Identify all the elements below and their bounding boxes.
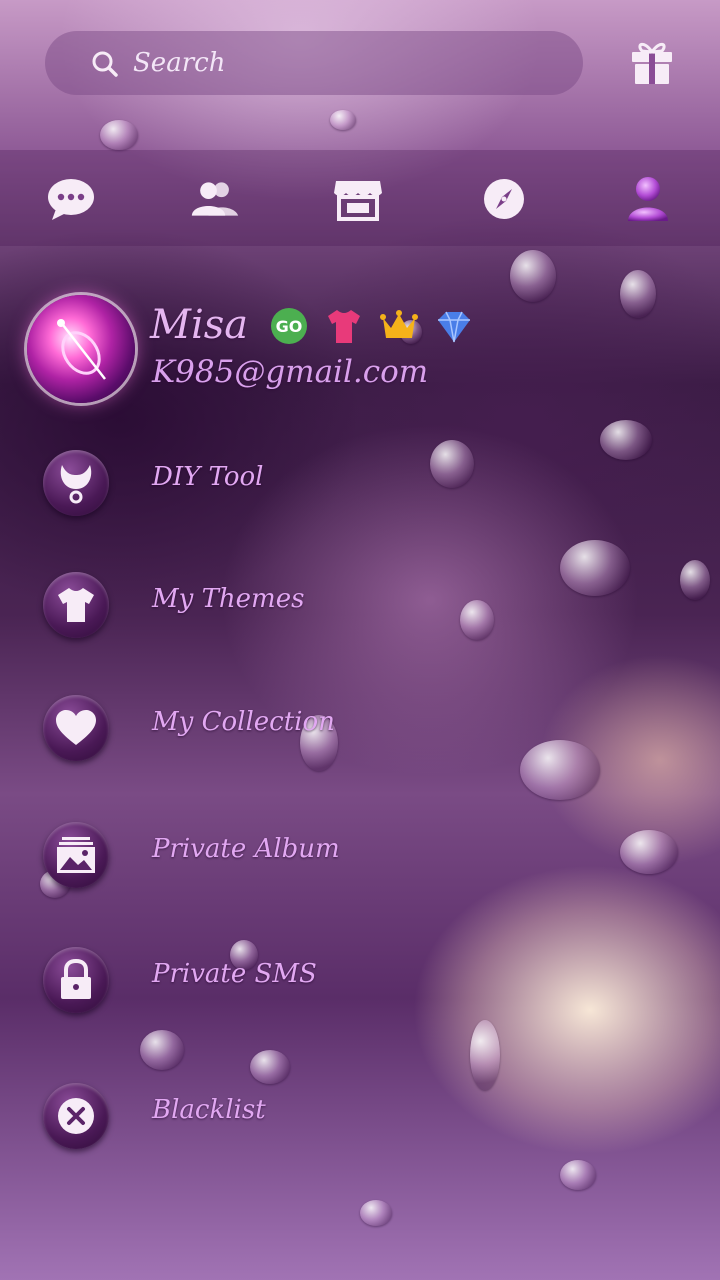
menu-label: DIY Tool: [152, 462, 264, 492]
diy-tool-icon: [43, 450, 109, 516]
profile-icon: [628, 177, 668, 221]
menu-item-diy-tool[interactable]: DIY Tool: [0, 450, 720, 540]
svg-text:GO: GO: [276, 317, 303, 336]
profile-email: K985@gmail.com: [152, 354, 429, 390]
nav-discover[interactable]: [479, 174, 529, 224]
gift-icon[interactable]: [628, 38, 676, 86]
menu-item-private-album[interactable]: Private Album: [0, 822, 720, 912]
search-placeholder: Search: [133, 48, 226, 78]
menu-label: Private Album: [152, 834, 340, 864]
chat-bubble-icon: [48, 179, 94, 220]
nav-messages[interactable]: [46, 174, 96, 224]
search-icon: [92, 51, 118, 77]
store-icon: [334, 181, 382, 221]
menu-label: My Themes: [152, 584, 305, 614]
tshirt-icon: [43, 572, 109, 638]
album-icon: [43, 822, 109, 888]
menu-item-private-sms[interactable]: Private SMS: [0, 947, 720, 1037]
nav-profile[interactable]: [623, 174, 673, 224]
lock-icon: [43, 947, 109, 1013]
search-bar[interactable]: Search: [45, 31, 583, 95]
menu-item-blacklist[interactable]: Blacklist: [0, 1083, 720, 1173]
compass-icon: [484, 179, 524, 219]
menu-item-my-collection[interactable]: My Collection: [0, 695, 720, 785]
tshirt-badge-icon: [328, 310, 360, 343]
menu-label: Private SMS: [152, 959, 317, 989]
go-badge-icon: GO: [271, 308, 307, 344]
diamond-badge-icon: [438, 311, 470, 343]
menu-label: My Collection: [152, 707, 335, 737]
crown-badge-icon: [380, 310, 418, 338]
block-icon: [43, 1083, 109, 1149]
heart-icon: [43, 695, 109, 761]
avatar[interactable]: [27, 295, 135, 403]
menu-item-my-themes[interactable]: My Themes: [0, 572, 720, 662]
contacts-icon: [191, 182, 239, 216]
nav-store[interactable]: [333, 174, 383, 224]
profile-name: Misa: [150, 302, 249, 348]
top-navigation: [0, 150, 720, 246]
violin-avatar-icon: [57, 319, 106, 380]
nav-contacts[interactable]: [190, 174, 240, 224]
menu-label: Blacklist: [152, 1095, 266, 1125]
